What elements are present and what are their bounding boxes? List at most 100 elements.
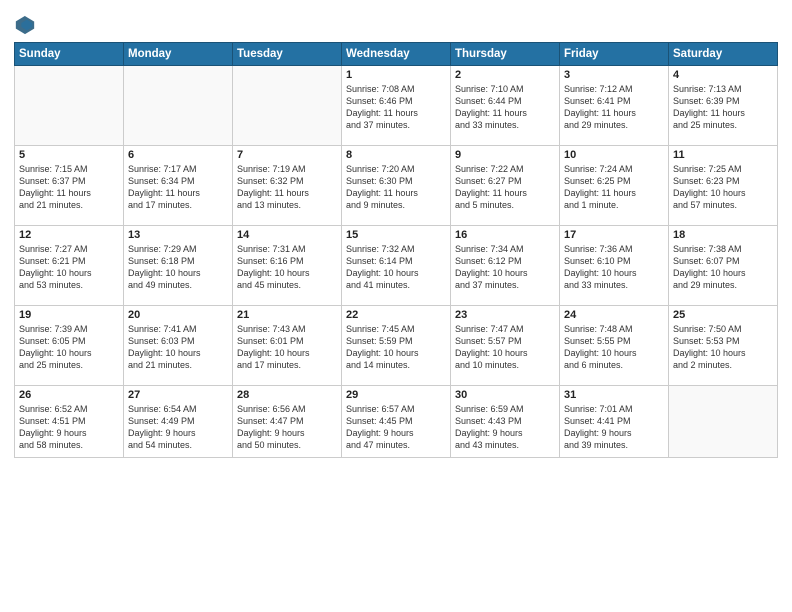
day-number: 20 — [128, 309, 228, 321]
cell-text: Sunrise: 7:12 AMSunset: 6:41 PMDaylight:… — [564, 83, 664, 132]
cell-text: Sunrise: 7:20 AMSunset: 6:30 PMDaylight:… — [346, 163, 446, 212]
day-number: 29 — [346, 389, 446, 401]
weekday-header-monday: Monday — [124, 43, 233, 66]
cell-text: Sunrise: 7:19 AMSunset: 6:32 PMDaylight:… — [237, 163, 337, 212]
calendar-cell: 7 Sunrise: 7:19 AMSunset: 6:32 PMDaylight… — [233, 146, 342, 226]
cell-text: Sunrise: 7:29 AMSunset: 6:18 PMDaylight:… — [128, 243, 228, 292]
cell-text: Sunrise: 7:31 AMSunset: 6:16 PMDaylight:… — [237, 243, 337, 292]
day-number: 19 — [19, 309, 119, 321]
cell-text: Sunrise: 6:57 AMSunset: 4:45 PMDaylight:… — [346, 403, 446, 452]
cell-text: Sunrise: 7:45 AMSunset: 5:59 PMDaylight:… — [346, 323, 446, 372]
calendar-cell: 16 Sunrise: 7:34 AMSunset: 6:12 PMDayligh… — [451, 226, 560, 306]
day-number: 27 — [128, 389, 228, 401]
calendar-week-row: 5 Sunrise: 7:15 AMSunset: 6:37 PMDaylight… — [15, 146, 778, 226]
cell-text: Sunrise: 7:25 AMSunset: 6:23 PMDaylight:… — [673, 163, 773, 212]
calendar-table: SundayMondayTuesdayWednesdayThursdayFrid… — [14, 42, 778, 458]
calendar-cell: 20 Sunrise: 7:41 AMSunset: 6:03 PMDayligh… — [124, 306, 233, 386]
day-number: 11 — [673, 149, 773, 161]
calendar-cell: 12 Sunrise: 7:27 AMSunset: 6:21 PMDayligh… — [15, 226, 124, 306]
day-number: 28 — [237, 389, 337, 401]
day-number: 16 — [455, 229, 555, 241]
day-number: 25 — [673, 309, 773, 321]
day-number: 13 — [128, 229, 228, 241]
day-number: 31 — [564, 389, 664, 401]
calendar-cell: 4 Sunrise: 7:13 AMSunset: 6:39 PMDaylight… — [669, 66, 778, 146]
cell-text: Sunrise: 6:56 AMSunset: 4:47 PMDaylight:… — [237, 403, 337, 452]
calendar-cell: 1 Sunrise: 7:08 AMSunset: 6:46 PMDaylight… — [342, 66, 451, 146]
calendar-cell: 24Sunrise: 7:48 AMSunset: 5:55 PMDayligh… — [560, 306, 669, 386]
calendar-cell: 6Sunrise: 7:17 AMSunset: 6:34 PMDaylight… — [124, 146, 233, 226]
day-number: 2 — [455, 69, 555, 81]
calendar-cell: 9 Sunrise: 7:22 AMSunset: 6:27 PMDaylight… — [451, 146, 560, 226]
calendar-cell: 21 Sunrise: 7:43 AMSunset: 6:01 PMDayligh… — [233, 306, 342, 386]
cell-text: Sunrise: 7:08 AMSunset: 6:46 PMDaylight:… — [346, 83, 446, 132]
calendar-cell: 22Sunrise: 7:45 AMSunset: 5:59 PMDayligh… — [342, 306, 451, 386]
weekday-header-row: SundayMondayTuesdayWednesdayThursdayFrid… — [15, 43, 778, 66]
calendar-cell: 10Sunrise: 7:24 AMSunset: 6:25 PMDayligh… — [560, 146, 669, 226]
day-number: 10 — [564, 149, 664, 161]
day-number: 21 — [237, 309, 337, 321]
calendar-cell: 13 Sunrise: 7:29 AMSunset: 6:18 PMDayligh… — [124, 226, 233, 306]
calendar-cell: 26 Sunrise: 6:52 AMSunset: 4:51 PMDayligh… — [15, 386, 124, 458]
calendar-cell: 30 Sunrise: 6:59 AMSunset: 4:43 PMDayligh… — [451, 386, 560, 458]
cell-text: Sunrise: 7:01 AMSunset: 4:41 PMDaylight:… — [564, 403, 664, 452]
day-number: 23 — [455, 309, 555, 321]
cell-text: Sunrise: 7:50 AMSunset: 5:53 PMDaylight:… — [673, 323, 773, 372]
cell-text: Sunrise: 6:54 AMSunset: 4:49 PMDaylight:… — [128, 403, 228, 452]
calendar-week-row: 26 Sunrise: 6:52 AMSunset: 4:51 PMDayligh… — [15, 386, 778, 458]
logo — [14, 14, 40, 36]
day-number: 5 — [19, 149, 119, 161]
cell-text: Sunrise: 6:59 AMSunset: 4:43 PMDaylight:… — [455, 403, 555, 452]
calendar-cell: 19 Sunrise: 7:39 AMSunset: 6:05 PMDayligh… — [15, 306, 124, 386]
cell-text: Sunrise: 6:52 AMSunset: 4:51 PMDaylight:… — [19, 403, 119, 452]
calendar-cell: 11 Sunrise: 7:25 AMSunset: 6:23 PMDayligh… — [669, 146, 778, 226]
calendar-cell — [124, 66, 233, 146]
day-number: 6 — [128, 149, 228, 161]
day-number: 7 — [237, 149, 337, 161]
day-number: 8 — [346, 149, 446, 161]
cell-text: Sunrise: 7:41 AMSunset: 6:03 PMDaylight:… — [128, 323, 228, 372]
calendar-week-row: 19 Sunrise: 7:39 AMSunset: 6:05 PMDayligh… — [15, 306, 778, 386]
calendar-cell: 18Sunrise: 7:38 AMSunset: 6:07 PMDayligh… — [669, 226, 778, 306]
calendar-cell: 17 Sunrise: 7:36 AMSunset: 6:10 PMDayligh… — [560, 226, 669, 306]
cell-text: Sunrise: 7:27 AMSunset: 6:21 PMDaylight:… — [19, 243, 119, 292]
day-number: 26 — [19, 389, 119, 401]
weekday-header-friday: Friday — [560, 43, 669, 66]
cell-text: Sunrise: 7:48 AMSunset: 5:55 PMDaylight:… — [564, 323, 664, 372]
calendar-cell: 31 Sunrise: 7:01 AMSunset: 4:41 PMDayligh… — [560, 386, 669, 458]
cell-text: Sunrise: 7:22 AMSunset: 6:27 PMDaylight:… — [455, 163, 555, 212]
logo-icon — [14, 14, 36, 36]
calendar-cell: 28 Sunrise: 6:56 AMSunset: 4:47 PMDayligh… — [233, 386, 342, 458]
cell-text: Sunrise: 7:32 AMSunset: 6:14 PMDaylight:… — [346, 243, 446, 292]
cell-text: Sunrise: 7:13 AMSunset: 6:39 PMDaylight:… — [673, 83, 773, 132]
cell-text: Sunrise: 7:43 AMSunset: 6:01 PMDaylight:… — [237, 323, 337, 372]
cell-text: Sunrise: 7:15 AMSunset: 6:37 PMDaylight:… — [19, 163, 119, 212]
calendar-cell — [669, 386, 778, 458]
calendar-cell: 3 Sunrise: 7:12 AMSunset: 6:41 PMDaylight… — [560, 66, 669, 146]
day-number: 17 — [564, 229, 664, 241]
cell-text: Sunrise: 7:34 AMSunset: 6:12 PMDaylight:… — [455, 243, 555, 292]
calendar-cell: 23Sunrise: 7:47 AMSunset: 5:57 PMDayligh… — [451, 306, 560, 386]
cell-text: Sunrise: 7:36 AMSunset: 6:10 PMDaylight:… — [564, 243, 664, 292]
day-number: 12 — [19, 229, 119, 241]
day-number: 18 — [673, 229, 773, 241]
weekday-header-tuesday: Tuesday — [233, 43, 342, 66]
day-number: 3 — [564, 69, 664, 81]
calendar-cell: 5 Sunrise: 7:15 AMSunset: 6:37 PMDaylight… — [15, 146, 124, 226]
calendar-cell — [15, 66, 124, 146]
day-number: 30 — [455, 389, 555, 401]
calendar-cell — [233, 66, 342, 146]
calendar-cell: 25 Sunrise: 7:50 AMSunset: 5:53 PMDayligh… — [669, 306, 778, 386]
calendar-cell: 8 Sunrise: 7:20 AMSunset: 6:30 PMDaylight… — [342, 146, 451, 226]
weekday-header-sunday: Sunday — [15, 43, 124, 66]
day-number: 1 — [346, 69, 446, 81]
day-number: 9 — [455, 149, 555, 161]
cell-text: Sunrise: 7:10 AMSunset: 6:44 PMDaylight:… — [455, 83, 555, 132]
calendar-cell: 29 Sunrise: 6:57 AMSunset: 4:45 PMDayligh… — [342, 386, 451, 458]
day-number: 14 — [237, 229, 337, 241]
page-container: SundayMondayTuesdayWednesdayThursdayFrid… — [0, 0, 792, 612]
cell-text: Sunrise: 7:39 AMSunset: 6:05 PMDaylight:… — [19, 323, 119, 372]
calendar-cell: 2 Sunrise: 7:10 AMSunset: 6:44 PMDaylight… — [451, 66, 560, 146]
day-number: 4 — [673, 69, 773, 81]
weekday-header-thursday: Thursday — [451, 43, 560, 66]
